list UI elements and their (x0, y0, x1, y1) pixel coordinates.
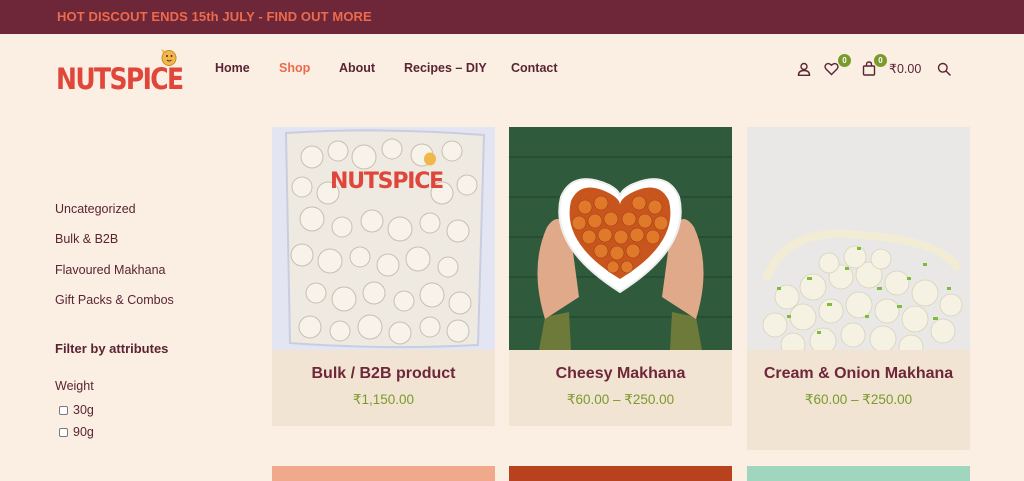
weight-30g-checkbox[interactable] (59, 406, 68, 415)
cheesy-makhana-image (509, 127, 732, 350)
product-card-partial[interactable] (509, 466, 732, 481)
cart-count-badge: 0 (874, 54, 887, 67)
product-title[interactable]: Cheesy Makhana (509, 350, 732, 386)
cart-total[interactable]: ₹0.00 (889, 61, 921, 76)
logo-text: NUTSPICE (56, 62, 184, 97)
product-price: ₹60.00 – ₹250.00 (566, 392, 675, 407)
product-price: ₹60.00 – ₹250.00 (804, 392, 913, 407)
weight-option-90g[interactable]: 90g (59, 425, 94, 439)
product-card-partial[interactable] (272, 466, 495, 481)
search-icon[interactable] (937, 62, 951, 76)
filter-heading: Filter by attributes (55, 341, 169, 356)
svg-text:NUTSPICE: NUTSPICE (330, 169, 443, 194)
weight-90g-checkbox[interactable] (59, 428, 68, 437)
heart-icon[interactable] (824, 62, 839, 76)
category-gift-packs[interactable]: Gift Packs & Combos (55, 293, 174, 307)
wishlist-count-badge: 0 (838, 54, 851, 67)
product-price: ₹1,150.00 (352, 392, 415, 407)
category-bulk-b2b[interactable]: Bulk & B2B (55, 232, 118, 246)
category-flavoured-makhana[interactable]: Flavoured Makhana (55, 263, 165, 277)
product-title[interactable]: Cream & Onion Makhana (747, 350, 970, 386)
site-logo[interactable]: NUTSPICE (56, 49, 184, 98)
product-image-cream-onion[interactable] (747, 127, 970, 350)
weight-option-30g[interactable]: 30g (59, 403, 94, 417)
nav-contact[interactable]: Contact (511, 61, 558, 75)
category-uncategorized[interactable]: Uncategorized (55, 202, 136, 216)
promo-text[interactable]: HOT DISCOUT ENDS 15th JULY - FIND OUT MO… (57, 9, 372, 24)
user-icon[interactable] (797, 62, 811, 76)
nav-recipes[interactable]: Recipes – DIY (404, 61, 487, 75)
cream-onion-makhana-image (747, 127, 970, 350)
nav-home[interactable]: Home (215, 61, 250, 75)
makhana-bag-image: NUTSPICE (272, 127, 495, 350)
product-title[interactable]: Bulk / B2B product (272, 350, 495, 386)
product-card[interactable]: Cream & Onion Makhana ₹60.00 – ₹250.00 (747, 127, 970, 450)
nav-shop[interactable]: Shop (279, 61, 310, 75)
product-card[interactable]: NUTSPICE Bulk / B2B product ₹1,150.00 (272, 127, 495, 426)
weight-90g-label[interactable]: 90g (73, 425, 94, 439)
product-card-partial[interactable] (747, 466, 970, 481)
promo-bar[interactable]: HOT DISCOUT ENDS 15th JULY - FIND OUT MO… (0, 0, 1024, 34)
product-card[interactable]: Cheesy Makhana ₹60.00 – ₹250.00 (509, 127, 732, 426)
weight-30g-label[interactable]: 30g (73, 403, 94, 417)
product-image-cheesy[interactable] (509, 127, 732, 350)
product-image-bulk[interactable]: NUTSPICE (272, 127, 495, 350)
weight-filter-label: Weight (55, 379, 94, 393)
nav-about[interactable]: About (339, 61, 375, 75)
